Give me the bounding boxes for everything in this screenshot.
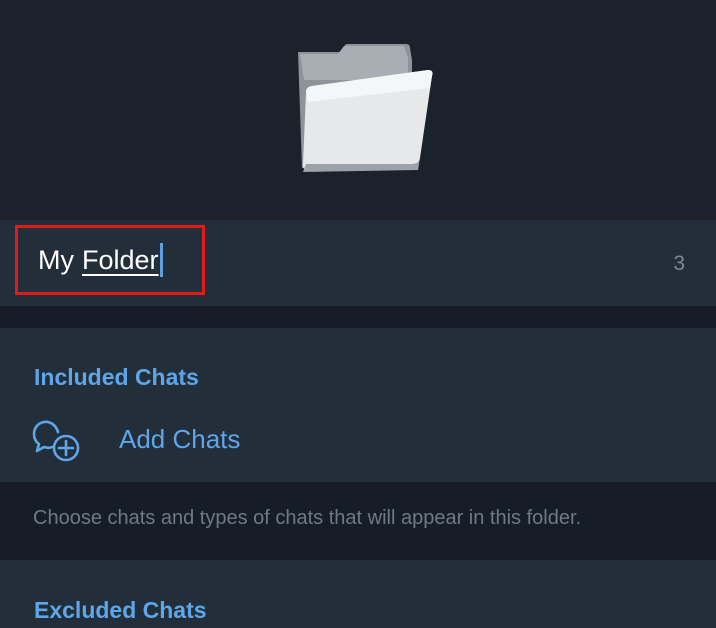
folder-name-input[interactable]: My Folder: [15, 225, 205, 295]
add-chats-label: Add Chats: [119, 424, 241, 454]
folder-name-prefix: My: [38, 244, 74, 275]
excluded-chats-section: Excluded Chats: [0, 560, 716, 628]
included-chats-title: Included Chats: [34, 364, 199, 390]
remaining-char-count: 3: [673, 252, 685, 275]
folder-name-composing-text: Folder: [82, 244, 159, 275]
folder-name-row: My Folder 3: [0, 220, 716, 306]
folder-header: [0, 0, 716, 220]
excluded-chats-title: Excluded Chats: [34, 597, 207, 623]
section-divider: [0, 306, 716, 328]
add-chats-button[interactable]: Add Chats: [0, 412, 716, 470]
add-chat-icon: [32, 420, 80, 462]
text-cursor: [159, 243, 163, 277]
included-chats-hint: Choose chats and types of chats that wil…: [33, 507, 582, 529]
folder-icon: [298, 44, 433, 172]
included-chats-hint-area: Choose chats and types of chats that wil…: [0, 482, 716, 560]
included-chats-section: Included Chats Add Chats: [0, 328, 716, 482]
